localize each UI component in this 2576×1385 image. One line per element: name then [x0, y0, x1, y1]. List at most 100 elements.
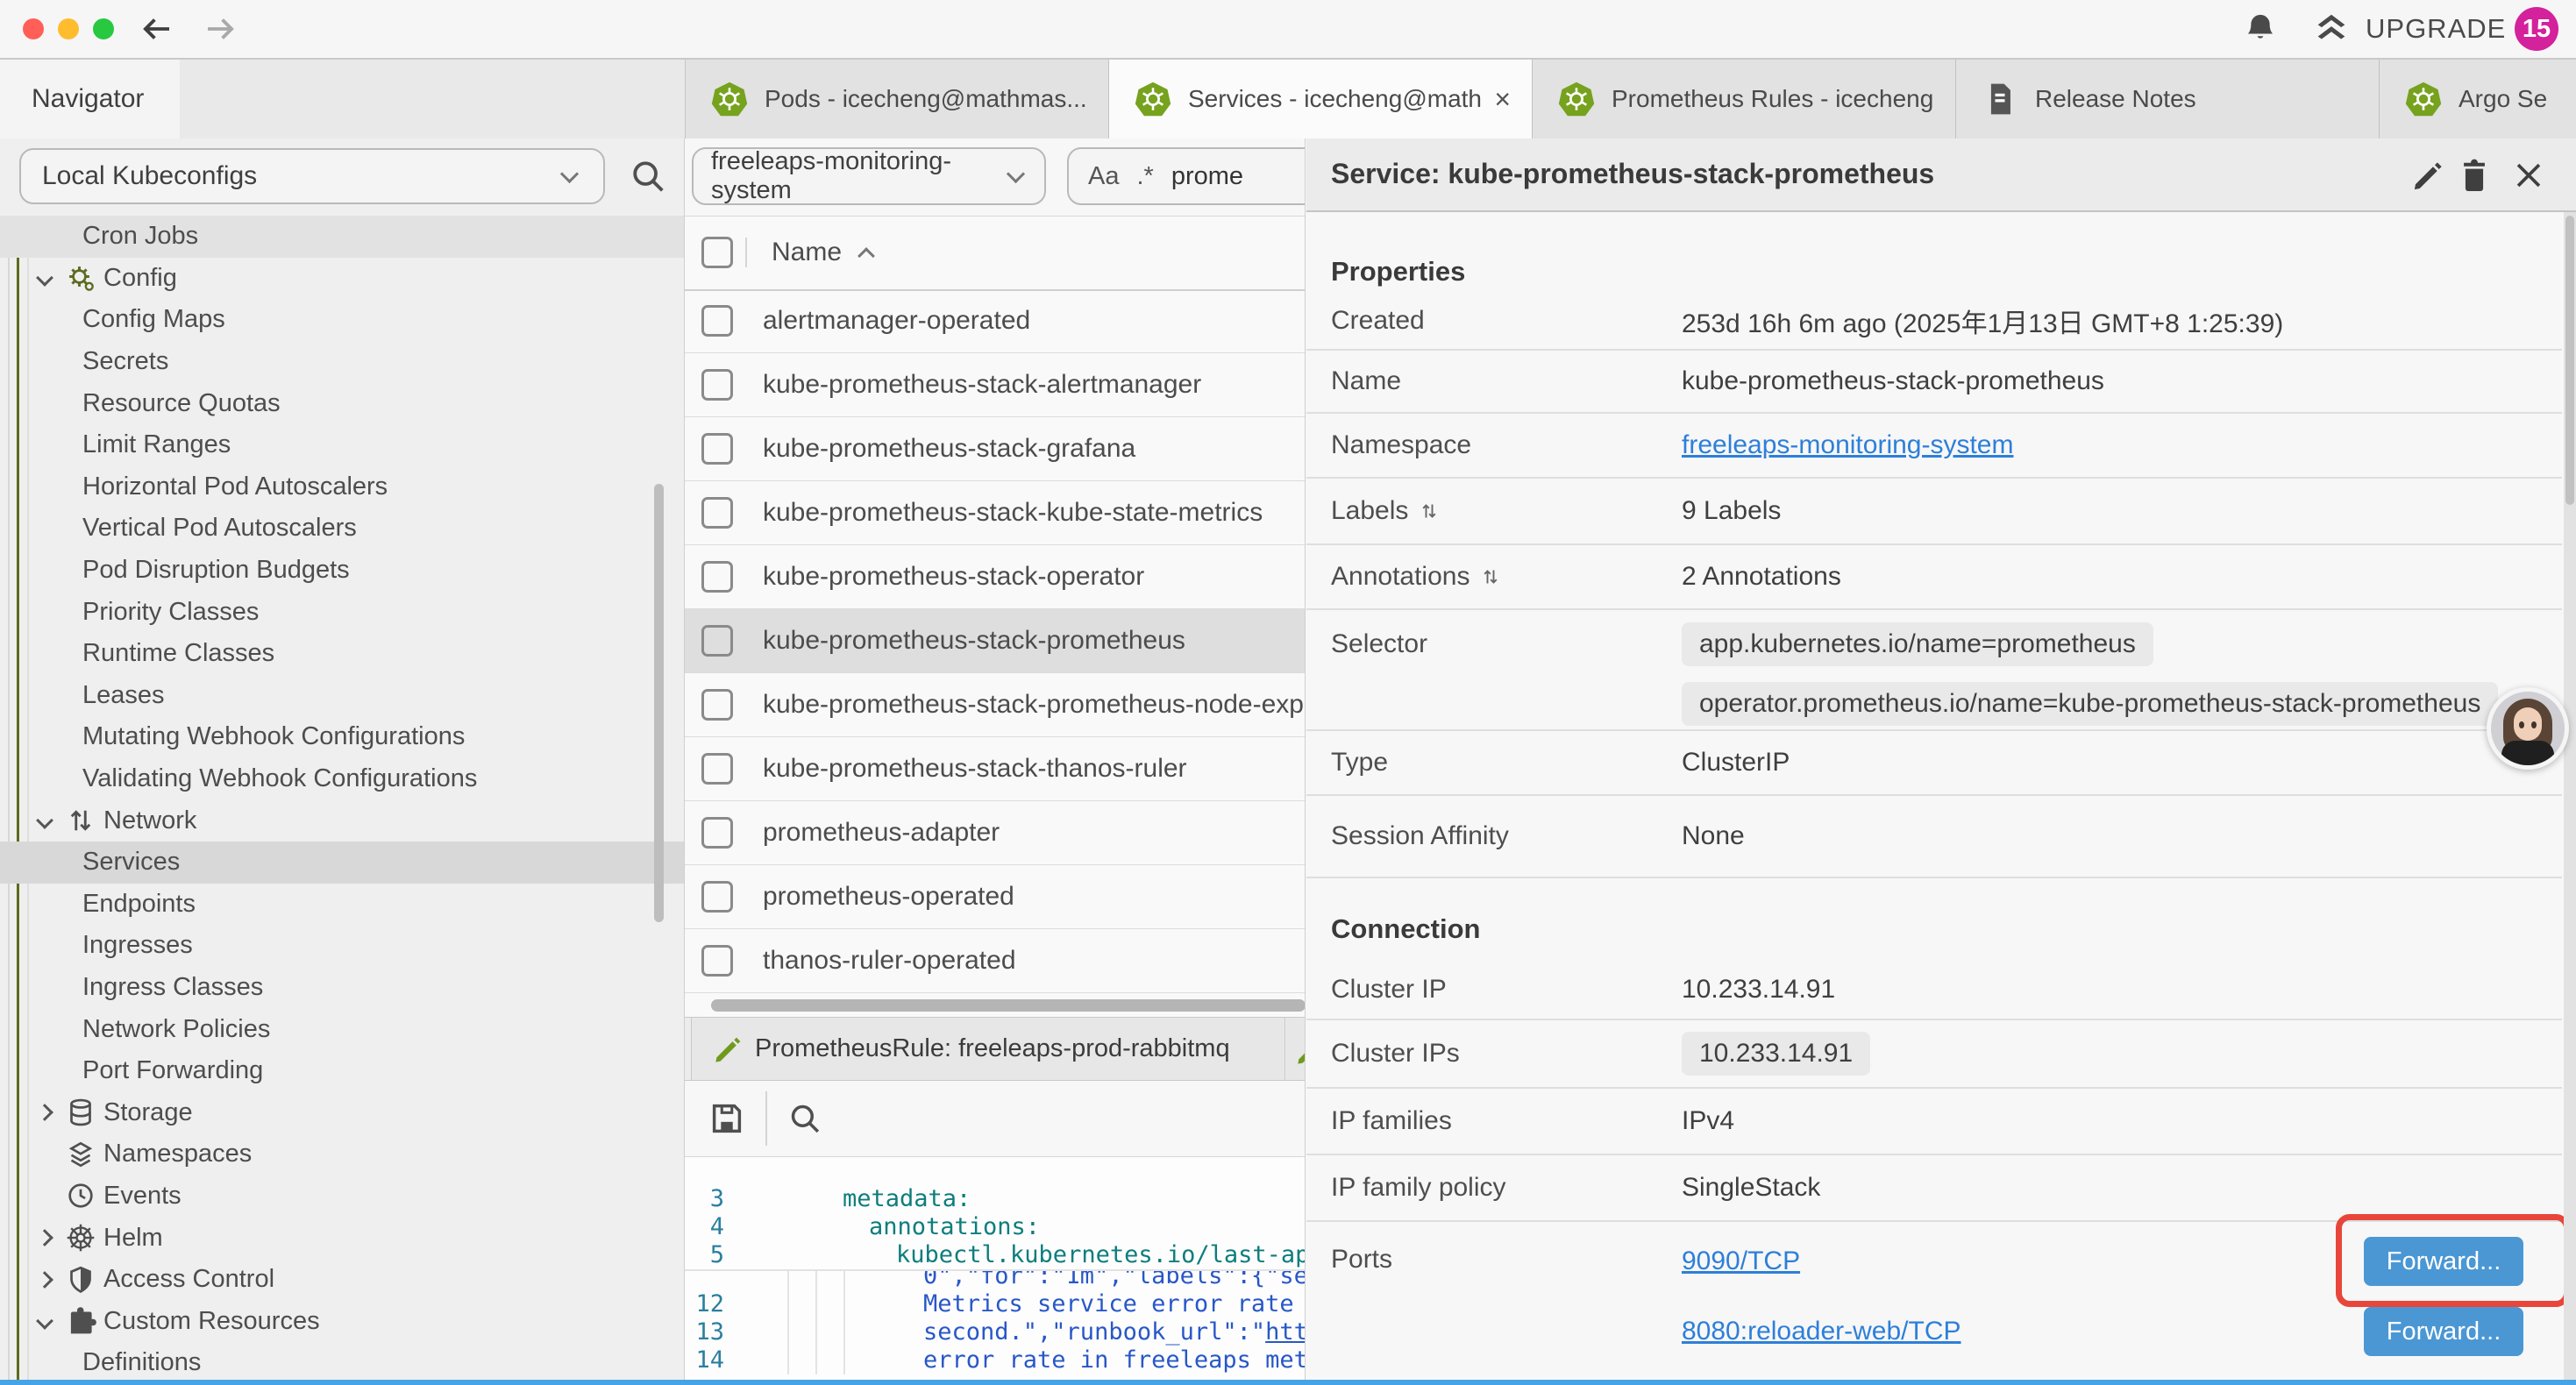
sidebar-tree-item[interactable]: Cron Jobs — [0, 216, 685, 258]
row-checkbox[interactable] — [701, 561, 733, 593]
service-row[interactable]: kube-prometheus-stack-prometheus-node-ex… — [685, 673, 1305, 737]
sidebar-tree-item[interactable]: Limit Ranges — [0, 424, 685, 466]
row-checkbox[interactable] — [701, 753, 733, 785]
notifications-bell-icon[interactable] — [2241, 10, 2280, 48]
sidebar-tree-item[interactable]: Mutating Webhook Configurations — [0, 716, 685, 758]
tab-close-icon[interactable]: × — [1494, 83, 1511, 116]
sidebar-tree-item[interactable]: Leases — [0, 675, 685, 717]
window-close-button[interactable] — [23, 18, 44, 39]
save-icon[interactable] — [707, 1098, 747, 1139]
sidebar-tree-item[interactable]: Events — [0, 1175, 685, 1218]
match-case-toggle[interactable]: Aa — [1088, 162, 1119, 191]
sidebar-tree-item[interactable]: Priority Classes — [0, 591, 685, 633]
service-row[interactable]: thanos-ruler-operated — [685, 929, 1305, 993]
sidebar-scrollbar[interactable] — [654, 484, 664, 922]
editor-tab-partial[interactable] — [1286, 1018, 1306, 1080]
close-icon[interactable] — [2509, 156, 2548, 195]
row-checkbox[interactable] — [701, 433, 733, 465]
service-row[interactable]: kube-prometheus-stack-thanos-ruler — [685, 737, 1305, 801]
row-checkbox[interactable] — [701, 305, 733, 337]
sidebar-tree-item[interactable]: Horizontal Pod Autoscalers — [0, 466, 685, 508]
editor-search-icon[interactable] — [786, 1100, 823, 1137]
sidebar-tree-item[interactable]: Services — [0, 842, 685, 884]
window-minimize-button[interactable] — [58, 18, 79, 39]
sidebar-tree-item[interactable]: Access Control — [0, 1259, 685, 1301]
sidebar-tree-item[interactable]: Pod Disruption Budgets — [0, 550, 685, 592]
chevron-icon[interactable] — [32, 1099, 58, 1126]
sidebar-tree-item[interactable]: Network Policies — [0, 1008, 685, 1050]
sidebar-tree-item[interactable]: Network — [0, 799, 685, 842]
sidebar-tree-item[interactable]: Config — [0, 258, 685, 300]
notification-count-badge[interactable]: 15 — [2515, 7, 2558, 51]
sidebar-tree-item[interactable]: Custom Resources — [0, 1300, 685, 1342]
sidebar-tree-item[interactable]: Helm — [0, 1217, 685, 1259]
service-row[interactable]: alertmanager-operated — [685, 289, 1305, 353]
sidebar-tree-item[interactable]: Ingresses — [0, 925, 685, 967]
sidebar-tree-item[interactable]: Definitions — [0, 1342, 685, 1384]
kubeconfig-select[interactable]: Local Kubeconfigs — [19, 148, 605, 204]
row-checkbox[interactable] — [701, 881, 733, 913]
annotations-value[interactable]: 2 Annotations — [1682, 562, 1841, 592]
chevron-icon[interactable] — [32, 1225, 58, 1251]
sidebar-tree-item[interactable]: Secrets — [0, 341, 685, 383]
row-checkbox[interactable] — [701, 625, 733, 657]
name-filter-input[interactable]: Aa .* prome — [1067, 147, 1306, 205]
service-row[interactable]: kube-prometheus-stack-alertmanager — [685, 353, 1305, 417]
yaml-editor[interactable]: 3 metadata: 4 annotations: 5 kubectl.kub… — [685, 1157, 1305, 1380]
port-link[interactable]: 8080:reloader-web/TCP — [1682, 1317, 1961, 1346]
app-tab[interactable]: Release Notes — [1956, 60, 2380, 138]
user-avatar[interactable] — [2487, 687, 2569, 770]
service-row[interactable]: prometheus-adapter — [685, 801, 1305, 865]
row-checkbox[interactable] — [701, 689, 733, 721]
namespace-select[interactable]: freeleaps-monitoring-system — [692, 147, 1046, 205]
sidebar-tree-item[interactable]: Resource Quotas — [0, 382, 685, 424]
row-checkbox[interactable] — [701, 817, 733, 849]
sidebar-tree-item[interactable]: Config Maps — [0, 299, 685, 341]
app-tab[interactable]: Prometheus Rules - icecheng... — [1533, 60, 1956, 138]
window-zoom-button[interactable] — [93, 18, 114, 39]
expand-toggle-icon[interactable] — [1419, 501, 1440, 522]
sidebar-tree-item[interactable]: Ingress Classes — [0, 967, 685, 1009]
service-row[interactable]: kube-prometheus-stack-prometheus — [685, 609, 1305, 673]
chevron-icon[interactable] — [32, 1267, 58, 1293]
labels-value[interactable]: 9 Labels — [1682, 496, 1781, 526]
chevron-icon[interactable] — [32, 807, 58, 834]
app-tab[interactable]: Services - icecheng@math... × — [1109, 60, 1533, 138]
chevron-icon[interactable] — [32, 1308, 58, 1334]
service-row[interactable]: kube-prometheus-stack-operator — [685, 545, 1305, 609]
upgrade-button[interactable]: UPGRADE — [2311, 9, 2506, 49]
chevron-icon[interactable] — [32, 265, 58, 291]
row-checkbox[interactable] — [701, 369, 733, 401]
details-scrollbar-thumb[interactable] — [2565, 216, 2574, 505]
app-tab[interactable]: Argo Se — [2380, 60, 2576, 138]
delete-icon[interactable] — [2455, 156, 2494, 195]
port-link[interactable]: 9090/TCP — [1682, 1246, 1800, 1276]
sidebar-search-icon[interactable] — [628, 156, 668, 196]
sidebar-tree-item[interactable]: Port Forwarding — [0, 1050, 685, 1092]
sidebar-tree-item[interactable]: Validating Webhook Configurations — [0, 758, 685, 800]
service-row[interactable]: prometheus-operated — [685, 865, 1305, 929]
select-all-checkbox[interactable] — [701, 237, 733, 268]
back-button[interactable] — [139, 11, 175, 47]
editor-tab[interactable]: PrometheusRule: freeleaps-prod-rabbitmq — [691, 1018, 1285, 1080]
sidebar-tree-item[interactable]: Namespaces — [0, 1133, 685, 1175]
sidebar-tree-item[interactable]: Storage — [0, 1091, 685, 1133]
forward-button[interactable]: Forward... — [2364, 1237, 2523, 1286]
navigator-panel-tab[interactable]: Navigator — [0, 60, 180, 138]
name-column-header[interactable]: Name — [772, 238, 842, 267]
regex-toggle[interactable]: .* — [1136, 162, 1153, 191]
service-row[interactable]: kube-prometheus-stack-kube-state-metrics — [685, 481, 1305, 545]
sidebar-tree-item[interactable]: Vertical Pod Autoscalers — [0, 508, 685, 550]
expand-toggle-icon[interactable] — [1480, 566, 1501, 587]
namespace-link[interactable]: freeleaps-monitoring-system — [1682, 430, 2013, 460]
row-checkbox[interactable] — [701, 497, 733, 529]
row-checkbox[interactable] — [701, 945, 733, 977]
service-row[interactable]: kube-prometheus-stack-grafana — [685, 417, 1305, 481]
forward-button[interactable] — [202, 11, 238, 47]
forward-button[interactable]: Forward... — [2364, 1307, 2523, 1356]
edit-icon[interactable] — [2409, 156, 2448, 195]
sidebar-tree-item[interactable]: Runtime Classes — [0, 633, 685, 675]
app-tab[interactable]: Pods - icecheng@mathmas... — [686, 60, 1109, 138]
horizontal-scrollbar[interactable] — [711, 999, 1306, 1012]
sidebar-tree-item[interactable]: Endpoints — [0, 884, 685, 926]
